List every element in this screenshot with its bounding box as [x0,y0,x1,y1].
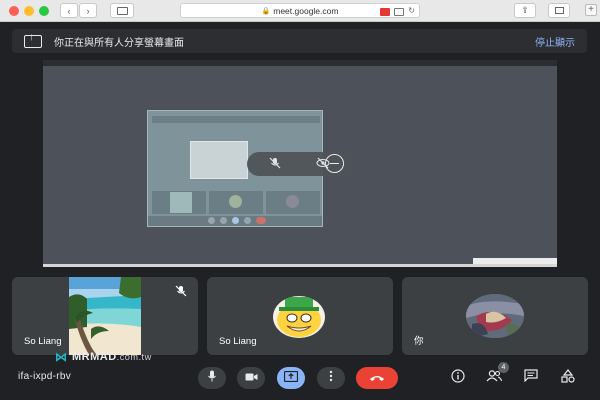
nested-control [256,217,266,224]
shared-screen-menubar [43,60,557,66]
shared-screen-preview [43,60,557,267]
hangup-icon [369,369,385,387]
people-count-badge: 4 [498,362,509,373]
nested-tile [209,191,263,214]
watermark-domain: .com.tw [116,352,152,362]
watermark-logo-icon: ⋈ [55,350,67,364]
close-window-button[interactable] [9,6,19,16]
nested-avatar-thumb [286,195,299,208]
participant-name: So Liang [24,336,62,347]
watermark: ⋈ MRMAD.com.tw [55,350,152,364]
avatar-cartoon [273,296,325,338]
presenting-text: 你正在與所有人分享螢幕畫面 [54,37,184,49]
present-now-button[interactable] [277,367,305,389]
microphone-button[interactable] [198,367,226,389]
participant-tile[interactable]: 你 [402,277,588,355]
back-button[interactable]: ‹ [60,3,78,18]
nested-tile [266,191,320,214]
mic-off-icon [175,285,188,298]
chat-button[interactable] [522,369,540,387]
more-vert-icon [329,369,333,387]
mute-mic-toggle-icon[interactable] [269,157,281,172]
watermark-brand: MRMAD [72,351,117,363]
reload-icon[interactable]: ↻ [408,6,415,16]
stop-presenting-button[interactable]: 停止顯示 [535,34,575,49]
nested-tile [152,191,206,214]
nested-control [232,217,239,224]
more-options-button[interactable] [317,367,345,389]
avatar-photo [466,294,524,338]
meeting-code: ifa-ixpd-rbv [18,371,72,382]
share-icon: ⇪ [521,5,529,15]
minimize-window-button[interactable] [24,6,34,16]
tabs-overview-button[interactable] [548,3,570,18]
presenting-banner: 你正在與所有人分享螢幕畫面 停止顯示 [12,29,587,53]
activities-button[interactable] [559,368,577,388]
participant-tile[interactable]: So Liang [207,277,393,355]
nested-control [208,217,215,224]
nested-avatar-thumb [229,195,242,208]
nested-beach-thumb [170,192,192,213]
nested-banner [152,116,320,123]
participant-name: 你 [414,336,424,347]
present-screen-icon [24,32,42,48]
nested-controls-bar [148,216,322,226]
meeting-details-button[interactable] [449,368,467,388]
plus-icon: + [588,4,594,15]
sidebar-icon [116,6,128,15]
camera-button[interactable] [237,367,265,389]
reader-icon[interactable] [394,8,405,16]
lock-icon: 🔒 [261,7,271,15]
zoom-window-button[interactable] [39,6,49,16]
beach-photo [69,277,141,355]
present-screen-icon [283,369,299,387]
leave-call-button[interactable] [356,367,398,389]
screen-share-indicator-icon[interactable] [380,8,391,16]
camera-icon [245,369,258,387]
share-button[interactable]: ⇪ [514,3,536,18]
sidebar-toggle-button[interactable] [110,3,134,18]
chevron-right-icon: › [86,5,90,16]
new-tab-button[interactable]: + [585,4,597,16]
chevron-left-icon: ‹ [67,5,71,16]
chat-icon [524,369,538,387]
watermark-text: MRMAD.com.tw [72,351,152,363]
microphone-icon [207,369,217,387]
url-text: meet.google.com [273,5,339,16]
browser-toolbar: ‹ › 🔒 meet.google.com ↻ ⇪ + [0,0,600,22]
forward-button[interactable]: › [79,3,97,18]
address-bar[interactable]: 🔒 meet.google.com ↻ [180,3,420,18]
nested-control [244,217,251,224]
tabs-icon [554,7,564,14]
info-icon [451,368,465,388]
shared-screen-dock [43,264,557,267]
shapes-icon [561,368,575,388]
nested-control [220,217,227,224]
remove-from-call-icon[interactable] [325,154,344,173]
participant-name: So Liang [219,336,257,347]
nested-shared-screen [190,141,248,179]
participant-tile[interactable]: So Liang [12,277,198,355]
